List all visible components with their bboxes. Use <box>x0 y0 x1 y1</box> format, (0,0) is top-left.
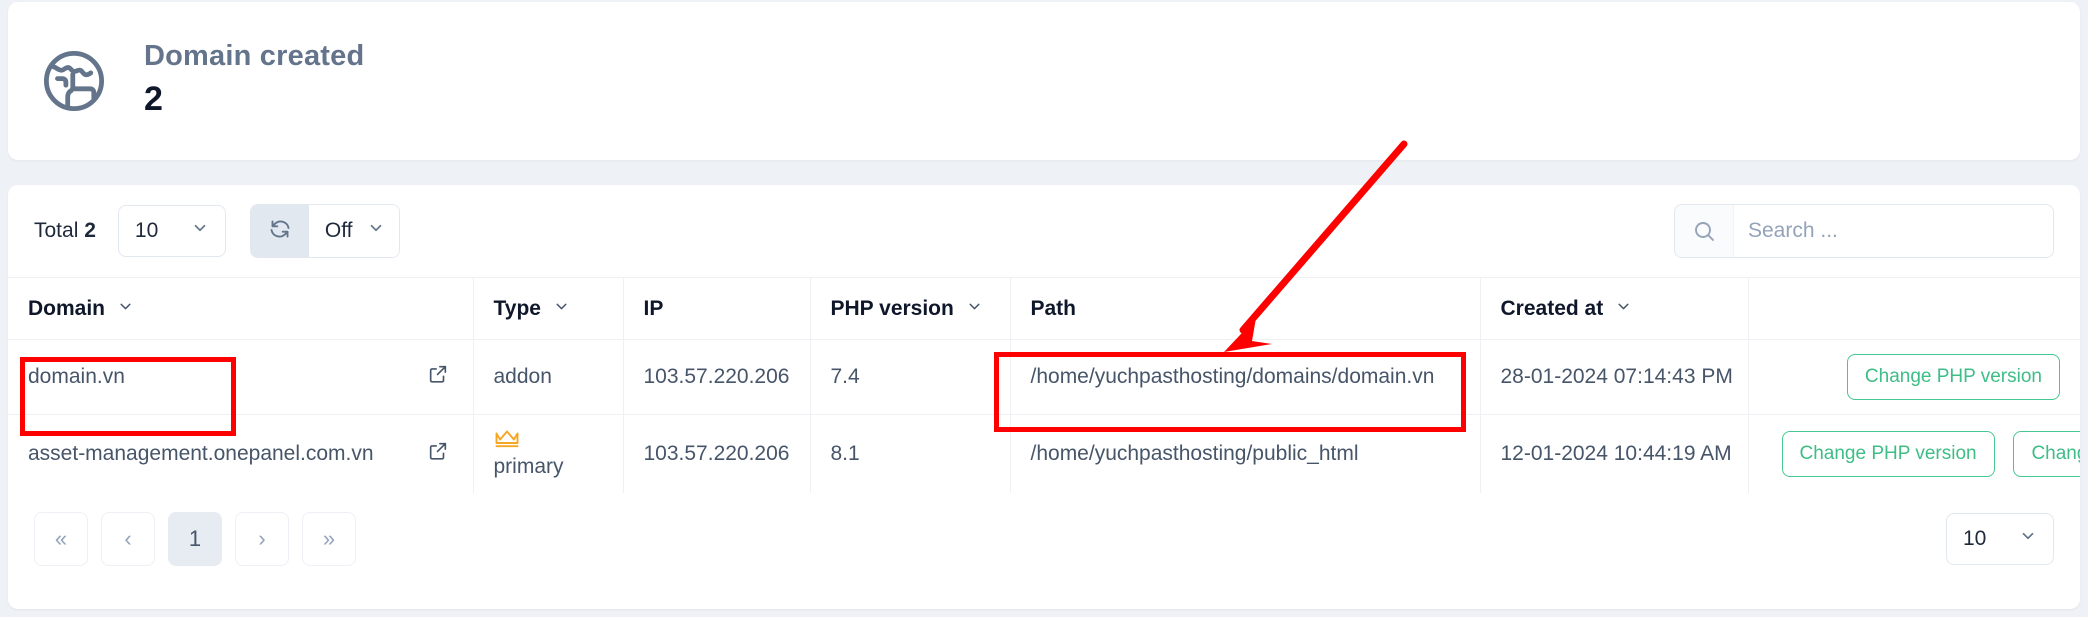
chevron-down-icon <box>2019 527 2037 551</box>
table-row: asset-management.onepanel.com.vn primary… <box>8 414 2080 494</box>
pagination-last-button[interactable]: » <box>302 512 356 567</box>
summary-text-block: Domain created 2 <box>144 39 364 124</box>
total-value: 2 <box>84 219 96 242</box>
cell-path: /home/yuchpasthosting/public_html <box>1009 414 1480 494</box>
auto-refresh-group: Off <box>249 204 400 258</box>
auto-refresh-select[interactable]: Off <box>308 205 399 257</box>
change-php-version-button[interactable]: Change PHP version <box>1781 431 1995 478</box>
column-header-ip[interactable]: IP <box>622 277 810 340</box>
summary-title: Domain created <box>144 39 365 72</box>
page-size-select-bottom-value: 10 <box>1963 527 1987 551</box>
table-header-row: Domain Type IP PHP version Path Created … <box>8 277 2080 340</box>
cell-domain: domain.vn <box>8 339 473 415</box>
column-header-ip-label: IP <box>643 296 664 320</box>
created-at-text: 12-01-2024 10:44:19 AM <box>1500 442 1732 466</box>
summary-value: 2 <box>144 80 163 119</box>
column-header-created-at-label: Created at <box>1500 296 1604 320</box>
column-header-path[interactable]: Path <box>1009 277 1480 340</box>
column-header-actions <box>1747 277 2080 340</box>
search-box[interactable] <box>1674 204 2054 258</box>
pagination-next-button[interactable]: › <box>235 512 289 567</box>
cell-ip: 103.57.220.206 <box>622 339 810 415</box>
cell-actions: Change PHP version <box>1747 339 2080 415</box>
column-header-path-label: Path <box>1030 296 1077 320</box>
cell-created-at: 12-01-2024 10:44:19 AM <box>1479 414 1748 494</box>
domains-table: Domain Type IP PHP version Path Created … <box>8 277 2080 494</box>
domain-name-text: asset-management.onepanel.com.vn <box>28 442 374 466</box>
total-prefix: Total <box>34 219 79 242</box>
pagination-bar: « ‹ 1 › » 10 <box>8 493 2080 585</box>
table-toolbar: Total 2 10 Off <box>8 185 2080 277</box>
path-text: /home/yuchpasthosting/domains/domain.vn <box>1030 365 1435 388</box>
search-input[interactable] <box>1734 205 2053 257</box>
domain-created-summary-card: Domain created 2 <box>8 2 2080 160</box>
chevron-down-icon <box>966 297 983 321</box>
php-version-text: 7.4 <box>830 365 860 388</box>
chevron-down-icon <box>367 219 385 243</box>
pagination-page-1-button[interactable]: 1 <box>168 512 222 567</box>
column-header-domain-label: Domain <box>28 296 106 320</box>
column-header-php-version-label: PHP version <box>830 296 954 320</box>
change-ip-button[interactable]: Change IP <box>2013 431 2080 478</box>
change-php-version-button[interactable]: Change PHP version <box>1846 354 2060 400</box>
cell-type: primary <box>472 414 623 494</box>
cell-php-version: 7.4 <box>809 339 1010 415</box>
total-count-label: Total 2 <box>34 219 96 243</box>
external-link-icon[interactable] <box>427 363 449 391</box>
cell-created-at: 28-01-2024 07:14:43 PM <box>1479 339 1748 415</box>
column-header-php-version[interactable]: PHP version <box>809 277 1010 340</box>
refresh-button[interactable] <box>250 205 309 257</box>
domains-table-card: Total 2 10 Off Search ... Domain Type IP… <box>8 185 2080 609</box>
pagination-first-button[interactable]: « <box>34 512 88 567</box>
auto-refresh-value: Off <box>324 219 353 242</box>
chevron-down-icon <box>553 297 570 321</box>
created-at-text: 28-01-2024 07:14:43 PM <box>1500 365 1733 388</box>
crown-icon <box>494 429 520 455</box>
chevron-down-icon <box>191 219 209 243</box>
cell-actions: Change PHP version Change IP <box>1747 414 2080 494</box>
ip-text: 103.57.220.206 <box>643 365 790 388</box>
search-icon <box>1675 205 1734 257</box>
page-size-select-top-value: 10 <box>134 219 159 242</box>
chevron-down-icon <box>1615 297 1632 321</box>
external-link-icon[interactable] <box>427 440 449 468</box>
cell-domain: asset-management.onepanel.com.vn <box>8 414 473 494</box>
chevron-down-icon <box>117 297 134 321</box>
cell-path: /home/yuchpasthosting/domains/domain.vn <box>1009 339 1480 415</box>
cell-php-version: 8.1 <box>809 414 1010 494</box>
refresh-icon <box>268 217 292 246</box>
ip-text: 103.57.220.206 <box>643 442 790 466</box>
pagination-prev-button[interactable]: ‹ <box>101 512 155 567</box>
page-size-select-bottom[interactable]: 10 <box>1946 513 2054 566</box>
php-version-text: 8.1 <box>830 442 860 466</box>
cell-type: addon <box>472 339 623 415</box>
path-text: /home/yuchpasthosting/public_html <box>1030 442 1359 466</box>
globe-icon <box>36 43 112 119</box>
column-header-type[interactable]: Type <box>472 277 623 340</box>
column-header-type-label: Type <box>493 296 541 320</box>
cell-ip: 103.57.220.206 <box>622 414 810 494</box>
column-header-created-at[interactable]: Created at <box>1479 277 1748 340</box>
type-text: addon <box>493 365 552 388</box>
domain-name-text: domain.vn <box>28 365 125 388</box>
page-size-select-top[interactable]: 10 <box>117 205 226 257</box>
type-text: primary <box>493 455 564 479</box>
column-header-domain[interactable]: Domain <box>8 277 473 340</box>
table-row: domain.vn addon 103.57.220.206 7.4 /home… <box>8 339 2080 415</box>
